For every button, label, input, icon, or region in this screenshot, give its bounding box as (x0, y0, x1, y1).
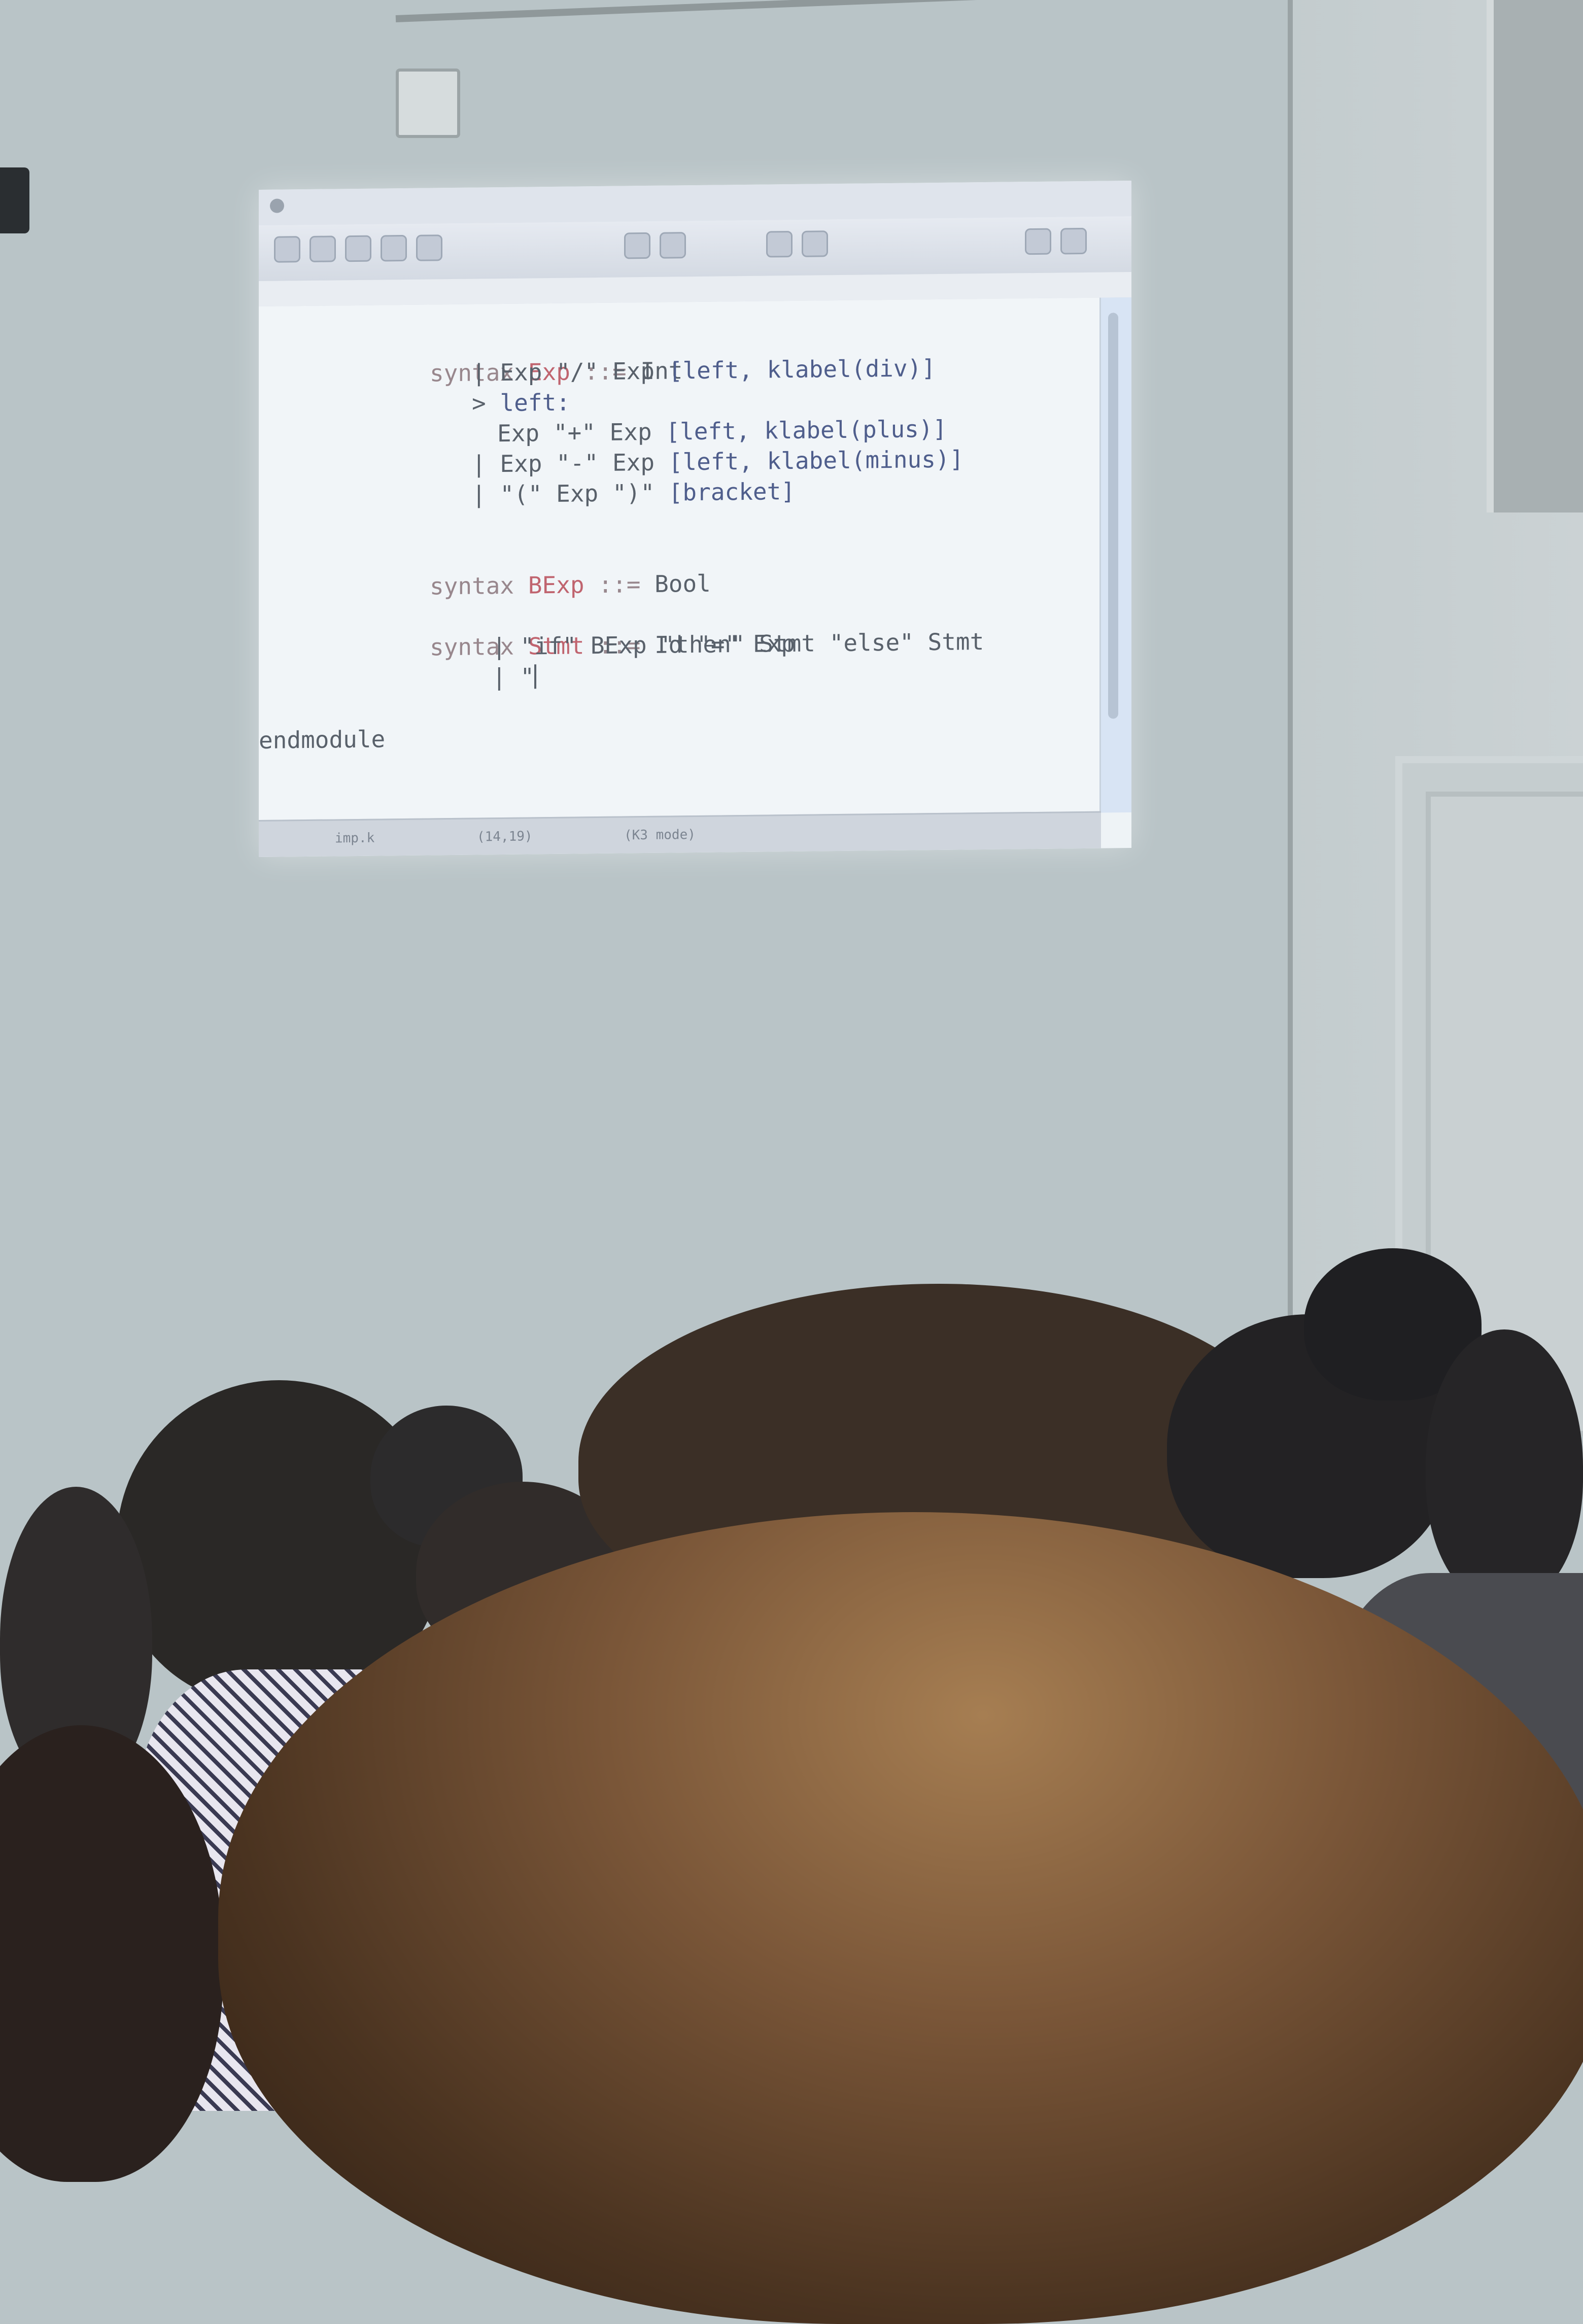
save-file-icon[interactable] (345, 235, 371, 262)
code-editor[interactable]: syntax Exp ::= Int | Exp "/" Exp [left, … (259, 297, 1101, 822)
code-line-6: | "(" Exp ")" [bracket] (472, 477, 795, 508)
undo-icon[interactable] (381, 234, 407, 262)
text-cursor (534, 664, 537, 689)
code-line-10: | " (492, 661, 537, 692)
lecture-hall-scene: syntax Exp ::= Int | Exp "/" Exp [left, … (0, 0, 1583, 2324)
code-content: syntax Exp ::= Int | Exp "/" Exp [left, … (259, 298, 1101, 822)
cursor-position: (14,19) (477, 829, 533, 845)
code-line-2: | Exp "/" Exp [left, klabel(div)] (472, 354, 936, 387)
code-line-5: | Exp "-" Exp [left, klabel(minus)] (472, 445, 964, 478)
cut-icon[interactable] (416, 234, 442, 261)
code-line-9: | "if" BExp "then" Stmt "else" Stmt (492, 628, 984, 661)
help-icon[interactable] (1060, 227, 1087, 255)
code-line-3: > left: (472, 388, 570, 417)
code-line-4: Exp "+" Exp [left, klabel(plus)] (497, 415, 947, 448)
projector (0, 167, 29, 233)
paste-icon[interactable] (660, 232, 686, 259)
wall-bracket (396, 69, 460, 138)
print-icon[interactable] (766, 230, 793, 258)
student-head (1426, 1329, 1583, 1603)
wall-cable (1288, 0, 1293, 1329)
foreground-student-head (218, 1512, 1583, 2324)
projected-editor-window: syntax Exp ::= Int | Exp "/" Exp [left, … (259, 180, 1131, 858)
vertical-scrollbar[interactable] (1099, 297, 1131, 813)
new-file-icon[interactable] (274, 236, 300, 263)
search-icon[interactable] (802, 230, 828, 257)
copy-icon[interactable] (624, 232, 650, 259)
code-line-endmodule: endmodule (259, 725, 386, 755)
preferences-icon[interactable] (1025, 228, 1051, 255)
major-mode: (K3 mode) (624, 827, 696, 843)
editor-toolbar (259, 216, 1131, 283)
buffer-name: imp.k (335, 830, 375, 846)
scrollbar-thumb[interactable] (1108, 313, 1118, 719)
open-file-icon[interactable] (309, 235, 336, 262)
apple-menu-icon (270, 198, 284, 213)
wall-window (1487, 0, 1583, 512)
ceiling-rail (395, 0, 1157, 22)
